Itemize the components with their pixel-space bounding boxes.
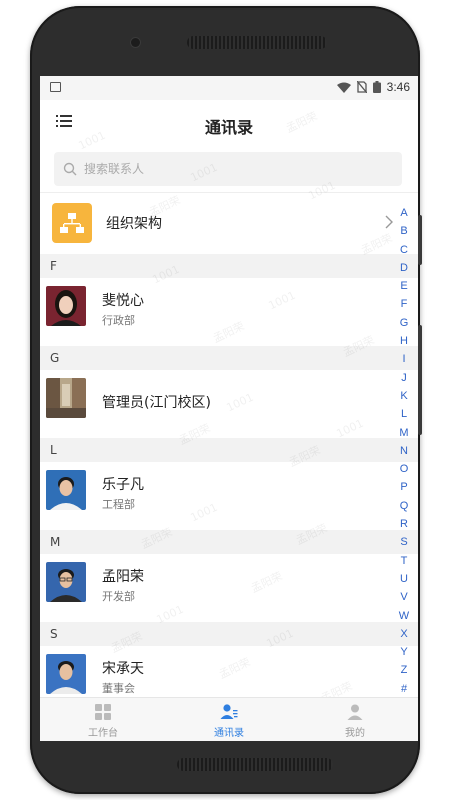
search-input[interactable] (84, 152, 384, 186)
contact-department: 开发部 (102, 590, 135, 603)
alphabet-index-letter[interactable]: I (402, 350, 405, 368)
contact-department: 行政部 (102, 314, 135, 327)
section-header-f: F (40, 254, 418, 278)
alphabet-index-letter[interactable]: N (400, 442, 408, 460)
alphabet-index-letter[interactable]: # (401, 680, 407, 698)
alphabet-index-letter[interactable]: S (400, 533, 407, 551)
contact-department: 董事会 (102, 682, 135, 695)
alphabet-index-letter[interactable]: L (401, 405, 407, 423)
alphabet-index-letter[interactable]: R (400, 515, 408, 533)
alphabet-index-letter[interactable]: E (400, 277, 407, 295)
section-header-g: G (40, 346, 418, 370)
contact-name: 斐悦心 (102, 293, 144, 309)
org-structure-row[interactable]: 组织架构 (40, 192, 418, 254)
contact-row[interactable]: 管理员(江门校区) (40, 370, 418, 438)
earpiece-speaker (187, 36, 327, 49)
alphabet-index-letter[interactable]: O (400, 460, 409, 478)
search-bar (40, 148, 418, 190)
bottom-speaker (177, 758, 333, 771)
tab-workbench[interactable]: 工作台 (40, 698, 166, 741)
alphabet-index-letter[interactable]: X (400, 625, 407, 643)
image-notification-icon (50, 82, 61, 92)
avatar (46, 562, 86, 602)
power-button (418, 325, 422, 435)
search-box[interactable] (54, 152, 402, 186)
avatar (46, 654, 86, 694)
chevron-right-icon (385, 215, 393, 229)
contact-list: 组织架构 F 斐悦心 行政部 G 管理员(江门校区) L 乐子凡 工程部 M 孟… (40, 192, 418, 714)
contact-name: 宋承天 (102, 661, 144, 677)
tab-label: 我的 (345, 728, 365, 739)
alphabet-index-letter[interactable]: T (401, 552, 408, 570)
alphabet-index-letter[interactable]: J (401, 369, 407, 387)
page-title: 通讯录 (204, 118, 253, 137)
avatar (46, 378, 86, 418)
person-icon (347, 704, 363, 720)
tab-me[interactable]: 我的 (292, 698, 418, 741)
contact-row[interactable]: 斐悦心 行政部 (40, 278, 418, 346)
contacts-icon (220, 704, 238, 719)
status-time: 3:46 (386, 80, 410, 94)
contact-row[interactable]: 乐子凡 工程部 (40, 462, 418, 530)
avatar (46, 286, 86, 326)
alphabet-index-letter[interactable]: F (401, 295, 408, 313)
wifi-icon (336, 82, 351, 93)
alphabet-index-letter[interactable]: H (400, 332, 408, 350)
alphabet-index-letter[interactable]: V (400, 588, 407, 606)
alphabet-index-letter[interactable]: U (400, 570, 408, 588)
top-bar: 通讯录 (40, 100, 418, 148)
grid-icon (95, 704, 111, 720)
alphabet-index-letter[interactable]: D (400, 259, 408, 277)
alphabet-index-letter[interactable]: M (399, 424, 408, 442)
status-bar: 3:46 (40, 76, 418, 100)
avatar (46, 470, 86, 510)
contact-department: 工程部 (102, 498, 135, 511)
section-header-l: L (40, 438, 418, 462)
app-screen: 3:46 通讯录 搜索联系人 组织架构 F 斐悦心 行政部 G 管理员(江门校区… (40, 76, 418, 741)
alphabet-index-letter[interactable]: Q (400, 497, 409, 515)
tab-label: 工作台 (88, 728, 118, 739)
org-structure-label: 组织架构 (106, 216, 162, 232)
alphabet-index-letter[interactable]: Z (401, 661, 408, 679)
contact-row[interactable]: 孟阳荣 开发部 (40, 554, 418, 622)
alphabet-index-letter[interactable]: C (400, 241, 408, 259)
section-header-m: M (40, 530, 418, 554)
alphabet-index-letter[interactable]: W (399, 607, 409, 625)
alphabet-index-letter[interactable]: K (400, 387, 407, 405)
contact-name: 孟阳荣 (102, 569, 144, 585)
contact-name: 管理员(江门校区) (102, 395, 211, 411)
tab-label: 通讯录 (214, 728, 244, 739)
search-icon (63, 162, 77, 176)
contact-name: 乐子凡 (102, 477, 144, 493)
volume-button (418, 215, 422, 265)
alphabet-index-letter[interactable]: G (400, 314, 409, 332)
no-sim-icon (356, 81, 367, 93)
org-chart-icon (52, 203, 92, 243)
alphabet-index[interactable]: A B C D E F G H I J K L M N O P Q R S T U V W X Y Z # (398, 204, 410, 698)
alphabet-index-letter[interactable]: B (400, 222, 407, 240)
tab-contacts[interactable]: 通讯录 (166, 698, 292, 741)
bottom-tab-bar: 工作台 通讯录 我的 (40, 697, 418, 741)
section-header-s: S (40, 622, 418, 646)
battery-icon (372, 81, 381, 93)
front-camera (131, 38, 140, 47)
alphabet-index-letter[interactable]: A (400, 204, 407, 222)
alphabet-index-letter[interactable]: P (400, 478, 407, 496)
alphabet-index-letter[interactable]: Y (400, 643, 407, 661)
